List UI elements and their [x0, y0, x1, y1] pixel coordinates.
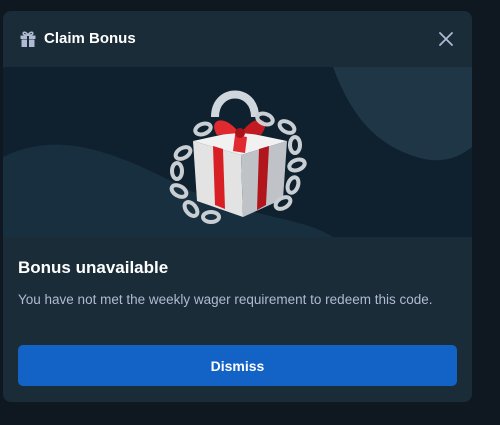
- dismiss-button[interactable]: Dismiss: [18, 345, 457, 386]
- content-message: You have not met the weekly wager requir…: [18, 292, 433, 307]
- bonus-banner: [3, 67, 472, 237]
- close-icon[interactable]: [434, 27, 458, 51]
- locked-gift-illustration: [169, 90, 307, 224]
- modal-header: Claim Bonus: [3, 11, 472, 67]
- content-heading: Bonus unavailable: [18, 258, 169, 277]
- claim-bonus-modal: Claim Bonus Bonus unavailable You have n…: [3, 11, 472, 402]
- modal-title: Claim Bonus: [44, 30, 136, 47]
- gift-icon: [20, 31, 36, 47]
